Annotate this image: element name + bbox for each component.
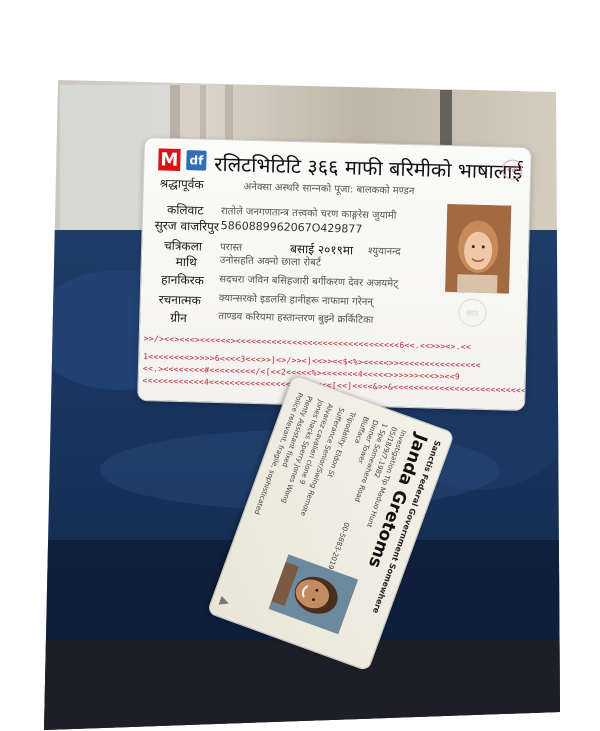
mrz-line: >>/><<><<<><<<<<<><<<<<<<<<<<<<<<<<<<<<<… xyxy=(143,334,472,352)
date-extra: श्युयानन्द xyxy=(367,245,401,258)
scene: M df रलिटभिटिटि ३६६ माफी बरिमीको भाषालाई… xyxy=(0,0,600,731)
field-label: ग्रीन xyxy=(170,310,188,326)
field-label: हानकिरक xyxy=(161,272,205,288)
field-label: सुरज वाजरिपुर xyxy=(154,218,220,234)
brand-logo-m: M xyxy=(158,148,181,171)
field-label: रचनात्मक xyxy=(158,292,201,308)
id-card-front: M df रलिटभिटिटि ३६६ माफी बरिमीको भाषालाई… xyxy=(137,137,532,412)
brand-logo-df: df xyxy=(186,150,207,171)
field-value: उनोसहति अक्नो छाला रोबर्ट xyxy=(219,255,322,269)
field-value: सदचरा जविन बसिहजारी बर्गीकरण देवर अजयमेट… xyxy=(219,274,399,290)
field-value: क्यान्सरको इडलसि हानीहरू नाफामा गरेनन् xyxy=(218,293,374,309)
field-label: माथि xyxy=(175,254,197,270)
subtitle-label: श्रद्धापूर्वक xyxy=(159,176,204,192)
holder-photo-2 xyxy=(268,554,358,635)
field-value: 5860889962067O429877 xyxy=(220,219,363,236)
field-label: चत्रिकला xyxy=(163,238,203,254)
triangle-icon: ▲ xyxy=(217,595,234,609)
watermark-seal-icon: छाप xyxy=(458,298,487,328)
field-value: ताण्डव करियमा हस्तान्तरण बुझ्ने क्रर्किट… xyxy=(218,311,374,327)
holder-photo xyxy=(445,203,512,294)
